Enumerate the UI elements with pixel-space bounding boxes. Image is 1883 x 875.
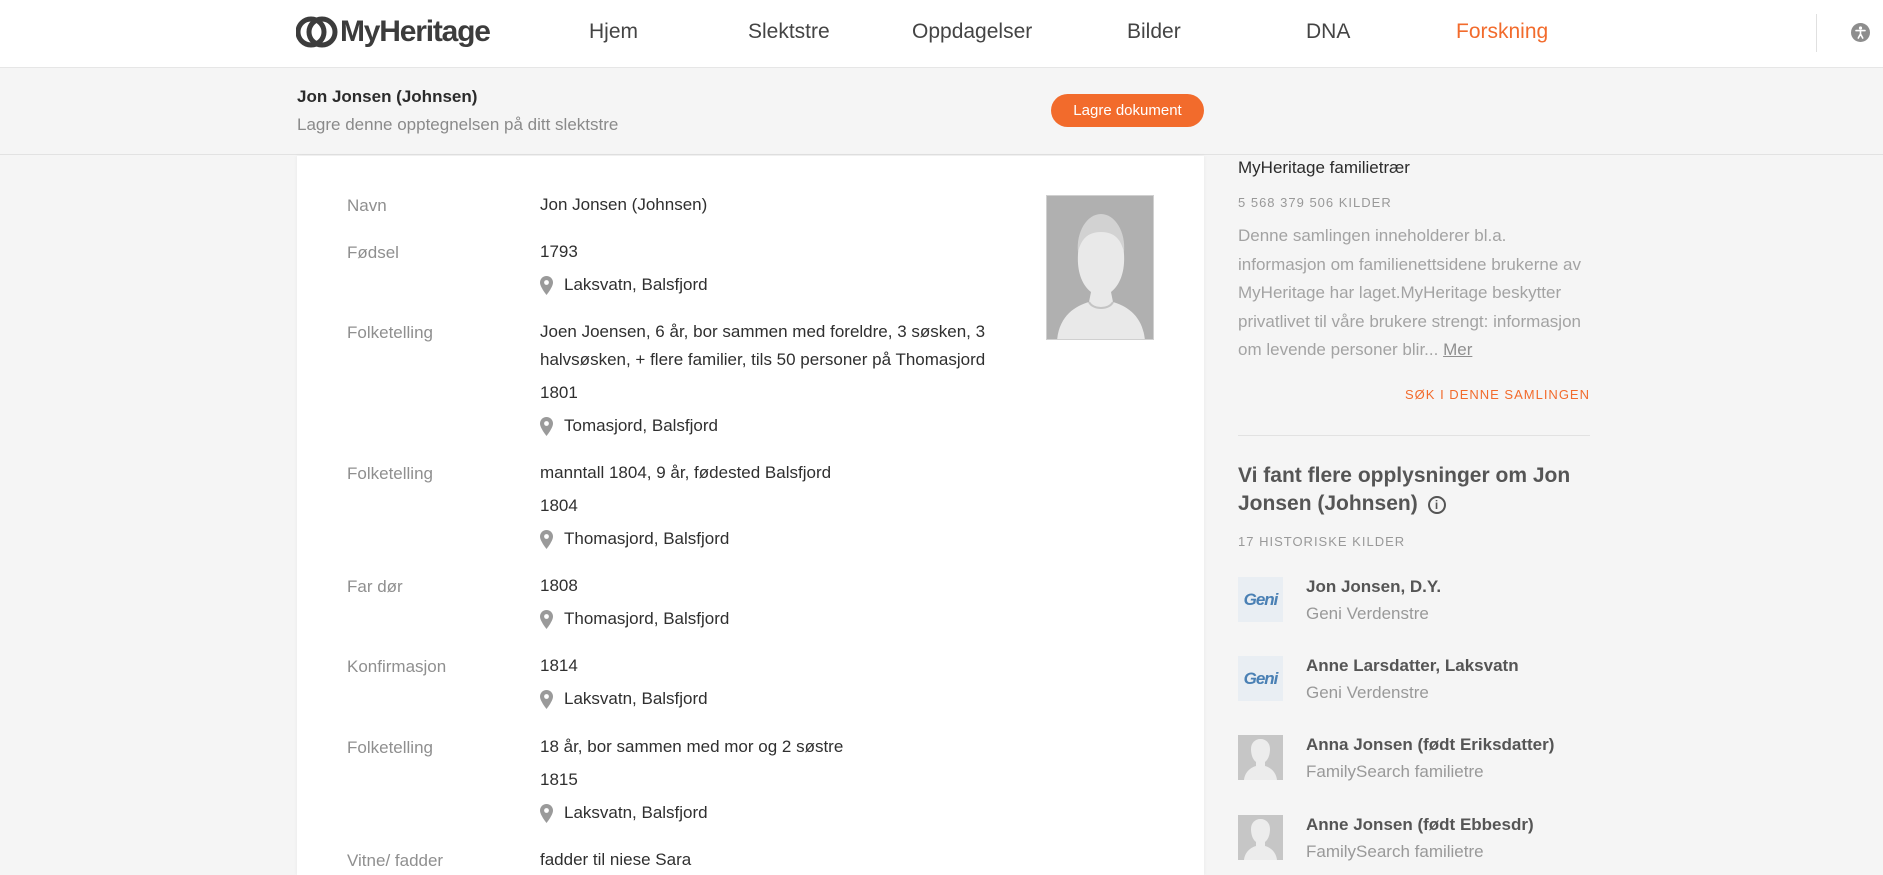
row-place: Laksvatn, Balsfjord [540, 799, 1020, 827]
info-icon[interactable]: i [1427, 496, 1446, 514]
match-name[interactable]: Jon Jonsen, D.Y. [1306, 577, 1441, 597]
map-pin-icon [540, 529, 553, 549]
match-source: FamilySearch familietre [1306, 842, 1484, 861]
record-save-hint: Lagre denne opptegnelsen på ditt slektst… [297, 115, 619, 134]
accessibility-icon[interactable] [1851, 23, 1870, 42]
place-text: Laksvatn, Balsfjord [564, 275, 708, 294]
row-date: 1814 [540, 656, 578, 675]
nav-item-oppdagelser[interactable]: Oppdagelser [912, 20, 1032, 44]
match-name[interactable]: Anne Jonsen (født Ebbesdr) [1306, 815, 1534, 835]
search-collection-link[interactable]: SØK I DENNE SAMLINGEN [1405, 387, 1590, 402]
row-label: Navn [347, 196, 387, 215]
row-description: Joen Joensen, 6 år, bor sammen med forel… [540, 322, 986, 369]
nav-divider [1816, 14, 1817, 52]
sidebar-divider [1238, 435, 1590, 436]
match-item[interactable]: Geni Anne Larsdatter, Laksvatn Geni Verd… [1238, 656, 1590, 702]
silhouette-female-icon [1238, 815, 1283, 860]
record-details-card: Navn Jon Jonsen (Johnsen) Fødsel 1793 La… [297, 156, 1204, 875]
row-date: 1815 [540, 770, 578, 789]
map-pin-icon [540, 689, 553, 709]
match-name[interactable]: Anna Jonsen (født Eriksdatter) [1306, 735, 1554, 755]
nav-item-slektstre[interactable]: Slektstre [748, 20, 830, 44]
place-text: Thomasjord, Balsfjord [564, 529, 730, 548]
collection-description: Denne samlingen inneholderer bl.a. infor… [1238, 222, 1590, 365]
row-value: Jon Jonsen (Johnsen) [540, 195, 708, 214]
save-document-button[interactable]: Lagre dokument [1051, 94, 1204, 127]
map-pin-icon [540, 275, 553, 295]
row-label: Far dør [347, 577, 403, 596]
matches-heading-text: Vi fant flere opplysninger om Jon Jonsen… [1238, 464, 1571, 515]
row-place: Laksvatn, Balsfjord [540, 685, 1020, 713]
match-source: FamilySearch familietre [1306, 762, 1484, 781]
place-text: Laksvatn, Balsfjord [564, 689, 708, 708]
row-place: Laksvatn, Balsfjord [540, 271, 1020, 299]
record-subheader: Jon Jonsen (Johnsen) Lagre denne opptegn… [0, 69, 1883, 155]
row-description: manntall 1804, 9 år, fødested Balsfjord [540, 463, 832, 482]
match-source: Geni Verdenstre [1306, 604, 1429, 623]
row-label: Folketelling [347, 323, 433, 342]
record-title: Jon Jonsen (Johnsen) [297, 87, 478, 106]
myheritage-logo[interactable]: MyHeritage [296, 15, 491, 49]
place-text: Laksvatn, Balsfjord [564, 803, 708, 822]
collection-title: MyHeritage familietrær [1238, 158, 1410, 177]
row-place: Tomasjord, Balsfjord [540, 412, 1020, 440]
more-link[interactable]: Mer [1443, 340, 1472, 359]
place-text: Thomasjord, Balsfjord [564, 609, 730, 628]
top-navigation: MyHeritage Hjem Slektstre Oppdagelser Bi… [0, 0, 1883, 68]
row-label: Fødsel [347, 243, 399, 262]
row-place: Thomasjord, Balsfjord [540, 525, 1020, 553]
match-source: Geni Verdenstre [1306, 683, 1429, 702]
match-item[interactable]: Anna Jonsen (født Eriksdatter) FamilySea… [1238, 735, 1590, 781]
logo-text: MyHeritage [340, 15, 491, 48]
row-date: 1793 [540, 242, 578, 261]
row-label: Konfirmasjon [347, 657, 447, 676]
nav-item-forskning[interactable]: Forskning [1456, 20, 1548, 44]
place-text: Tomasjord, Balsfjord [564, 416, 719, 435]
row-label: Folketelling [347, 738, 433, 757]
matches-source-count: 17 HISTORISKE KILDER [1238, 534, 1406, 549]
geni-logo-icon: Geni [1238, 577, 1283, 622]
map-pin-icon [540, 416, 553, 436]
match-name[interactable]: Anne Larsdatter, Laksvatn [1306, 656, 1519, 676]
logo-mark-icon [296, 16, 338, 48]
nav-item-hjem[interactable]: Hjem [589, 20, 638, 44]
collection-description-text: Denne samlingen inneholderer bl.a. infor… [1238, 226, 1582, 359]
row-date: 1801 [540, 383, 578, 402]
row-place: Thomasjord, Balsfjord [540, 605, 1020, 633]
row-date: 1808 [540, 576, 578, 595]
collection-source-count: 5 568 379 506 KILDER [1238, 195, 1392, 210]
matches-heading: Vi fant flere opplysninger om Jon Jonsen… [1238, 462, 1590, 518]
match-item[interactable]: Anne Jonsen (født Ebbesdr) FamilySearch … [1238, 815, 1590, 861]
row-date: 1804 [540, 496, 578, 515]
nav-item-dna[interactable]: DNA [1306, 20, 1350, 44]
map-pin-icon [540, 803, 553, 823]
row-description: fadder til niese Sara [540, 850, 692, 869]
row-description: 18 år, bor sammen med mor og 2 søstre [540, 737, 844, 756]
geni-logo-icon: Geni [1238, 656, 1283, 701]
row-label: Vitne/ fadder [347, 851, 444, 870]
row-label: Folketelling [347, 464, 433, 483]
match-item[interactable]: Geni Jon Jonsen, D.Y. Geni Verdenstre [1238, 577, 1590, 623]
silhouette-female-icon [1238, 735, 1283, 780]
map-pin-icon [540, 609, 553, 629]
silhouette-male-icon [1046, 195, 1154, 340]
nav-item-bilder[interactable]: Bilder [1127, 20, 1181, 44]
